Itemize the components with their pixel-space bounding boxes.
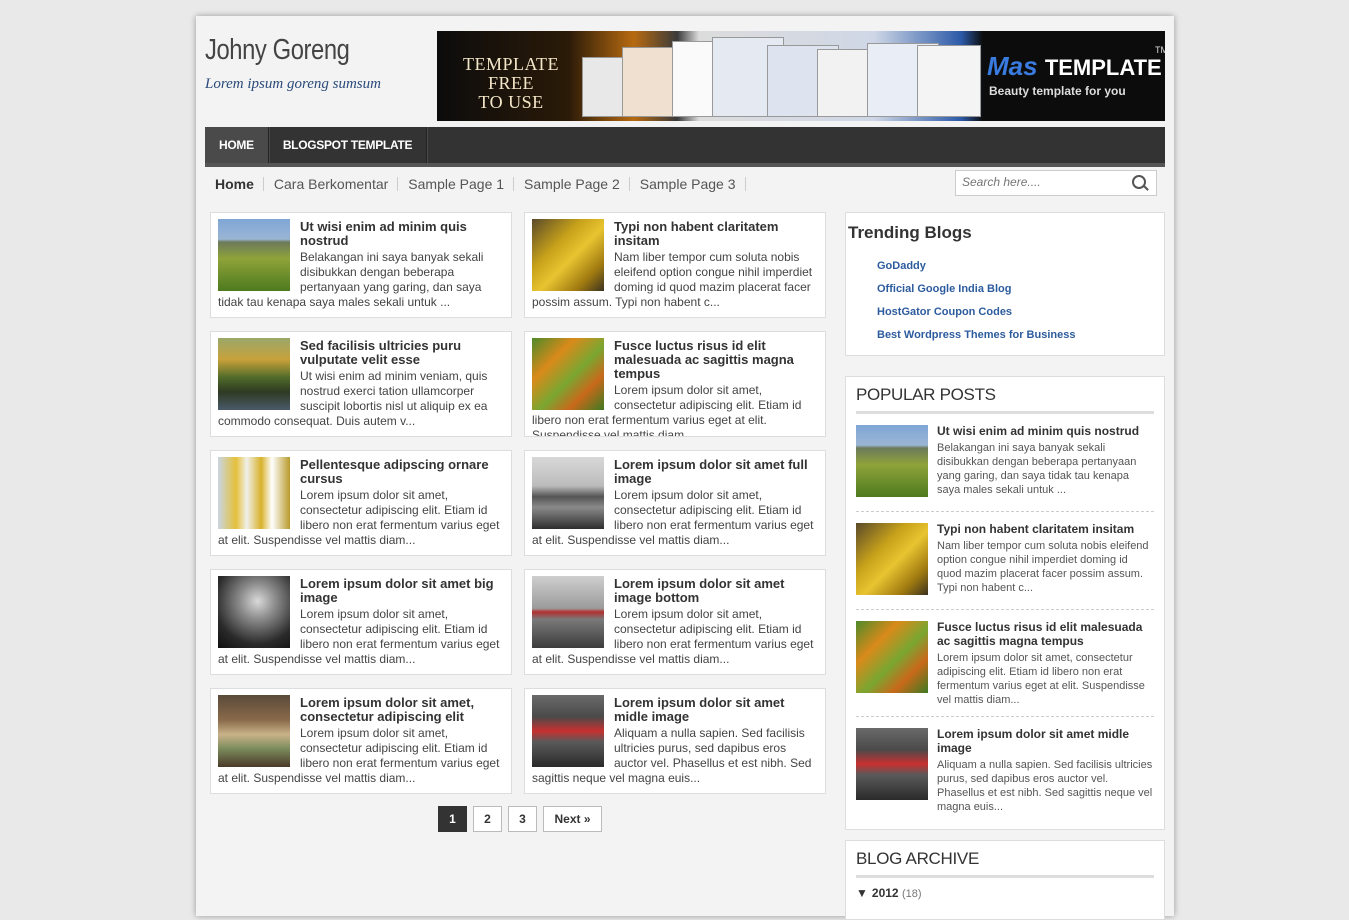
post-thumbnail[interactable]: [532, 457, 604, 529]
popular-post-title[interactable]: Lorem ipsum dolor sit amet midle image: [937, 717, 1154, 755]
post-thumbnail[interactable]: [532, 219, 604, 291]
popular-posts-title: POPULAR POSTS: [856, 385, 1154, 414]
popular-post-thumbnail[interactable]: [856, 425, 928, 497]
nav-home[interactable]: HOME: [205, 127, 269, 163]
trending-link[interactable]: Best Wordpress Themes for Business: [877, 329, 1075, 352]
banner-screenshots: [577, 35, 981, 117]
post-thumbnail[interactable]: [218, 576, 290, 648]
post-thumbnail[interactable]: [532, 338, 604, 410]
archive-year[interactable]: 2012: [872, 886, 899, 900]
banner-headline: TEMPLATE FREE TO USE: [463, 54, 559, 112]
post-thumbnail[interactable]: [218, 338, 290, 410]
trending-link[interactable]: HostGator Coupon Codes: [877, 306, 1075, 329]
post-card: Lorem ipsum dolor sit amet full image Lo…: [524, 450, 826, 556]
post-thumbnail[interactable]: [532, 695, 604, 767]
pagemenu-home[interactable]: Home: [205, 169, 264, 199]
post-card: Ut wisi enim ad minim quis nostrud Belak…: [210, 212, 512, 318]
page-1-button[interactable]: 1: [438, 806, 467, 832]
post-card: Typi non habent claritatem insitam Nam l…: [524, 212, 826, 318]
post-thumbnail[interactable]: [218, 457, 290, 529]
popular-post-thumbnail[interactable]: [856, 523, 928, 595]
archive-year-2012[interactable]: ▼ 2012 (18): [856, 886, 1154, 900]
trending-links: GoDaddy Official Google India Blog HostG…: [877, 260, 1075, 352]
popular-post-title[interactable]: Ut wisi enim ad minim quis nostrud: [937, 414, 1154, 438]
blog-archive-widget: BLOG ARCHIVE ▼ 2012 (18): [845, 840, 1165, 920]
pagemenu-sample-page-2[interactable]: Sample Page 2: [514, 169, 630, 199]
site-description: Lorem ipsum goreng sumsum: [205, 76, 381, 92]
trending-blogs-widget: Trending Blogs GoDaddy Official Google I…: [845, 212, 1165, 356]
post-card: Lorem ipsum dolor sit amet, consectetur …: [210, 688, 512, 794]
pagemenu-cara-berkomentar[interactable]: Cara Berkomentar: [264, 169, 399, 199]
popular-post-title[interactable]: Fusce luctus risus id elit malesuada ac …: [937, 610, 1154, 648]
chevron-down-icon[interactable]: ▼: [856, 886, 868, 900]
popular-post-item: Lorem ipsum dolor sit amet midle image A…: [856, 717, 1154, 821]
popular-post-title[interactable]: Typi non habent claritatem insitam: [937, 512, 1154, 536]
archive-count: (18): [901, 888, 922, 900]
post-card: Sed facilisis ultricies puru vulputate v…: [210, 331, 512, 437]
popular-post-item: Fusce luctus risus id elit malesuada ac …: [856, 610, 1154, 717]
post-card: Pellentesque adipscing ornare cursus Lor…: [210, 450, 512, 556]
post-thumbnail[interactable]: [218, 219, 290, 291]
pagemenu-sample-page-3[interactable]: Sample Page 3: [630, 169, 746, 199]
popular-post-excerpt: Belakangan ini saya banyak sekali disibu…: [937, 442, 1137, 496]
nav-blogspot-template[interactable]: BLOGSPOT TEMPLATE: [269, 127, 428, 163]
page-3-button[interactable]: 3: [508, 806, 537, 832]
banner-brand-logo: Mas TEMPLATE: [987, 51, 1162, 81]
trending-title: Trending Blogs: [848, 223, 972, 242]
site-title[interactable]: Johny Goreng: [205, 34, 350, 67]
popular-post-excerpt: Nam liber tempor cum soluta nobis eleife…: [937, 540, 1149, 594]
popular-post-item: Ut wisi enim ad minim quis nostrud Belak…: [856, 414, 1154, 512]
trending-link[interactable]: GoDaddy: [877, 260, 1075, 283]
blog-archive-title: BLOG ARCHIVE: [856, 849, 1154, 878]
search-box: [955, 170, 1157, 196]
search-icon[interactable]: [1132, 175, 1146, 189]
popular-posts-widget: POPULAR POSTS Ut wisi enim ad minim quis…: [845, 376, 1165, 830]
popular-post-thumbnail[interactable]: [856, 621, 928, 693]
popular-post-excerpt: Lorem ipsum dolor sit amet, consectetur …: [937, 652, 1145, 706]
post-card: Lorem ipsum dolor sit amet image bottom …: [524, 569, 826, 675]
page-2-button[interactable]: 2: [473, 806, 502, 832]
post-thumbnail[interactable]: [218, 695, 290, 767]
popular-post-excerpt: Aliquam a nulla sapien. Sed facilisis ul…: [937, 759, 1153, 813]
trending-link[interactable]: Official Google India Blog: [877, 283, 1075, 306]
search-input[interactable]: [956, 171, 1128, 193]
page-container: Johny Goreng Lorem ipsum goreng sumsum T…: [196, 16, 1174, 920]
pagemenu-sample-page-1[interactable]: Sample Page 1: [398, 169, 514, 199]
banner-trademark: TM: [1155, 45, 1165, 55]
post-card: Lorem ipsum dolor sit amet midle image A…: [524, 688, 826, 794]
post-card: Fusce luctus risus id elit malesuada ac …: [524, 331, 826, 437]
popular-post-item: Typi non habent claritatem insitam Nam l…: [856, 512, 1154, 610]
header-banner[interactable]: TEMPLATE FREE TO USE Mas TEMPLATE TM Bea…: [437, 31, 1165, 121]
post-card: Lorem ipsum dolor sit amet big image Lor…: [210, 569, 512, 675]
banner-tagline: Beauty template for you: [989, 84, 1126, 98]
popular-post-thumbnail[interactable]: [856, 728, 928, 800]
post-thumbnail[interactable]: [532, 576, 604, 648]
next-page-button[interactable]: Next »: [543, 806, 602, 832]
top-navigation: HOME BLOGSPOT TEMPLATE: [205, 127, 1165, 167]
